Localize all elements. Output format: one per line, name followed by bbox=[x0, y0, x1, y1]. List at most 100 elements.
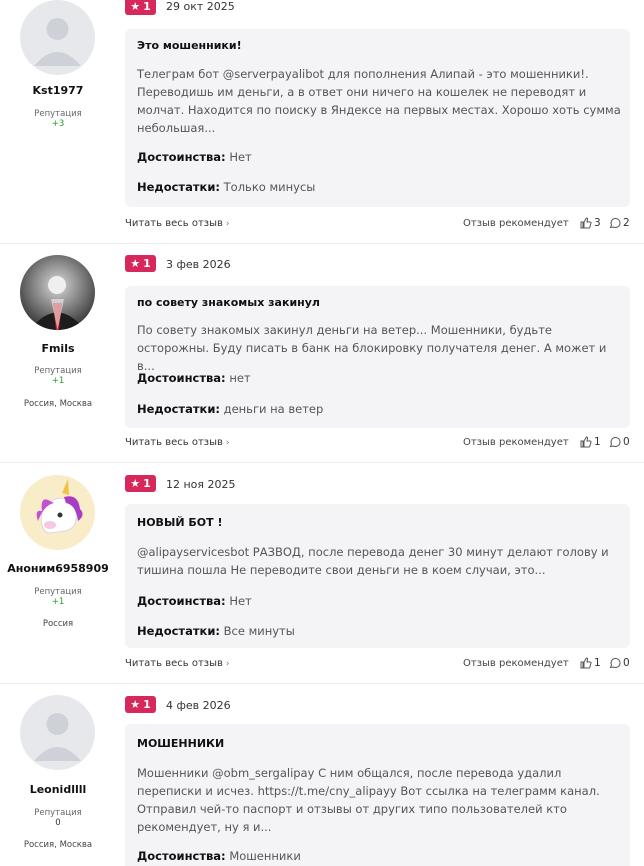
likes-count: 1 bbox=[594, 657, 601, 669]
author-name[interactable]: Аноним6958909 bbox=[0, 562, 116, 575]
cons-value: деньги на ветер bbox=[223, 402, 324, 416]
reputation-value: +1 bbox=[51, 597, 65, 607]
author-location: Россия, Москва bbox=[23, 399, 93, 409]
default-avatar-icon[interactable] bbox=[20, 695, 95, 770]
comments-button[interactable]: 2 bbox=[609, 217, 630, 229]
recommend-label: Отзыв рекомендует bbox=[463, 437, 569, 448]
star-icon: ★ bbox=[130, 0, 141, 13]
rating-badge: ★ 1 bbox=[125, 475, 156, 492]
comment-icon bbox=[609, 218, 621, 229]
reputation-label: Репутация bbox=[34, 587, 82, 597]
thumbs-up-icon bbox=[580, 217, 592, 229]
reputation-value: 0 bbox=[55, 818, 61, 828]
read-more-link[interactable]: Читать весь отзыв › bbox=[125, 658, 229, 669]
pros: Достоинства: нет bbox=[137, 371, 251, 385]
read-more-label: Читать весь отзыв bbox=[125, 437, 223, 448]
likes-button[interactable]: 3 bbox=[580, 217, 601, 229]
review-card[interactable]: Это мошенники! Телеграм бот @serverpayal… bbox=[125, 29, 630, 207]
comment-icon bbox=[609, 658, 621, 669]
unicorn-avatar-icon[interactable] bbox=[20, 475, 95, 550]
review-card[interactable]: НОВЫЙ БОТ ! @alipayservicesbot РАЗВОД, п… bbox=[125, 504, 630, 648]
rating-value: 1 bbox=[143, 0, 151, 13]
review-item: Fmils Репутация +1 Россия, Москва ★ 1 3 ф… bbox=[0, 243, 644, 462]
rating-value: 1 bbox=[143, 698, 151, 711]
author-location: Россия bbox=[42, 619, 74, 629]
review-text: По совету знакомых закинул деньги на вет… bbox=[137, 323, 607, 373]
comments-button[interactable]: 0 bbox=[609, 436, 630, 448]
author-name[interactable]: Leonidllll bbox=[0, 783, 116, 796]
recommend-label: Отзыв рекомендует bbox=[463, 658, 569, 669]
review-item: Аноним6958909 Репутация +1 Россия ★ 1 12 … bbox=[0, 462, 644, 683]
comments-button[interactable]: 0 bbox=[609, 657, 630, 669]
author-name[interactable]: Fmils bbox=[0, 342, 116, 355]
likes-count: 3 bbox=[594, 217, 601, 229]
pros-label: Достоинства: bbox=[137, 594, 226, 608]
default-avatar-icon[interactable] bbox=[20, 0, 95, 75]
rating-badge: ★ 1 bbox=[125, 0, 156, 15]
review-date: 29 окт 2025 bbox=[166, 0, 235, 13]
cons: Недостатки: Только минусы bbox=[137, 180, 315, 194]
thumbs-up-icon bbox=[580, 657, 592, 669]
rating-badge: ★ 1 bbox=[125, 255, 156, 272]
star-icon: ★ bbox=[130, 698, 141, 711]
chevron-right-icon: › bbox=[225, 659, 230, 669]
review-text: @alipayservicesbot РАЗВОД, после перевод… bbox=[137, 545, 609, 577]
cons-label: Недостатки: bbox=[137, 180, 220, 194]
pros: Достоинства: Нет bbox=[137, 150, 252, 164]
likes-button[interactable]: 1 bbox=[580, 657, 601, 669]
cons-value: Только минусы bbox=[223, 180, 316, 194]
reputation-value: +1 bbox=[51, 376, 65, 386]
read-more-label: Читать весь отзыв bbox=[125, 658, 223, 669]
review-text: Мошенники @obm_sergalipay С ним общался,… bbox=[137, 766, 600, 834]
reputation-label: Репутация bbox=[34, 808, 82, 818]
review-item: Leonidllll Репутация 0 Россия, Москва ★ 1… bbox=[0, 683, 644, 866]
rating-value: 1 bbox=[143, 477, 151, 490]
review-card[interactable]: МОШЕННИКИ Мошенники @obm_sergalipay С ни… bbox=[125, 724, 630, 866]
chevron-right-icon: › bbox=[225, 438, 230, 448]
review-card[interactable]: по совету знакомых закинул По совету зна… bbox=[125, 286, 630, 428]
pros-label: Достоинства: bbox=[137, 150, 226, 164]
likes-count: 1 bbox=[594, 436, 601, 448]
read-more-link[interactable]: Читать весь отзыв › bbox=[125, 437, 229, 448]
pros-value: Нет bbox=[229, 150, 252, 164]
recommend-label: Отзыв рекомендует bbox=[463, 218, 569, 229]
rating-value: 1 bbox=[143, 257, 151, 270]
comments-count: 2 bbox=[623, 217, 630, 229]
reputation-label: Репутация bbox=[34, 109, 82, 119]
review-title[interactable]: МОШЕННИКИ bbox=[137, 737, 224, 750]
cons-label: Недостатки: bbox=[137, 402, 220, 416]
review-date: 3 фев 2026 bbox=[166, 258, 231, 271]
pros-value: Мошенники bbox=[229, 849, 301, 863]
read-more-link[interactable]: Читать весь отзыв › bbox=[125, 218, 229, 229]
review-date: 4 фев 2026 bbox=[166, 699, 231, 712]
pros-label: Достоинства: bbox=[137, 849, 226, 863]
author-location: Россия, Москва bbox=[23, 840, 93, 850]
reputation-value: +3 bbox=[51, 119, 65, 129]
cons: Недостатки: деньги на ветер bbox=[137, 402, 323, 416]
rating-badge: ★ 1 bbox=[125, 696, 156, 713]
likes-button[interactable]: 1 bbox=[580, 436, 601, 448]
review-title[interactable]: Это мошенники! bbox=[137, 39, 242, 52]
comments-count: 0 bbox=[623, 436, 630, 448]
cons: Недостатки: Все минуты bbox=[137, 624, 295, 638]
pros: Достоинства: Нет bbox=[137, 594, 252, 608]
photo-avatar-icon[interactable] bbox=[20, 255, 95, 330]
pros: Достоинства: Мошенники bbox=[137, 849, 301, 863]
review-title[interactable]: НОВЫЙ БОТ ! bbox=[137, 516, 222, 529]
chevron-right-icon: › bbox=[225, 219, 230, 229]
pros-value: нет bbox=[229, 371, 251, 385]
review-item: Kst1977 Репутация +3 ★ 1 29 окт 2025 Это … bbox=[0, 0, 644, 243]
author-name[interactable]: Kst1977 bbox=[0, 84, 116, 97]
review-text: Телеграм бот @serverpayalibot для пополн… bbox=[137, 67, 621, 135]
review-date: 12 ноя 2025 bbox=[166, 478, 236, 491]
cons-label: Недостатки: bbox=[137, 624, 220, 638]
reputation-label: Репутация bbox=[34, 366, 82, 376]
pros-label: Достоинства: bbox=[137, 371, 226, 385]
comments-count: 0 bbox=[623, 657, 630, 669]
star-icon: ★ bbox=[130, 477, 141, 490]
review-title[interactable]: по совету знакомых закинул bbox=[137, 296, 320, 309]
comment-icon bbox=[609, 437, 621, 448]
read-more-label: Читать весь отзыв bbox=[125, 218, 223, 229]
cons-value: Все минуты bbox=[223, 624, 295, 638]
pros-value: Нет bbox=[229, 594, 252, 608]
